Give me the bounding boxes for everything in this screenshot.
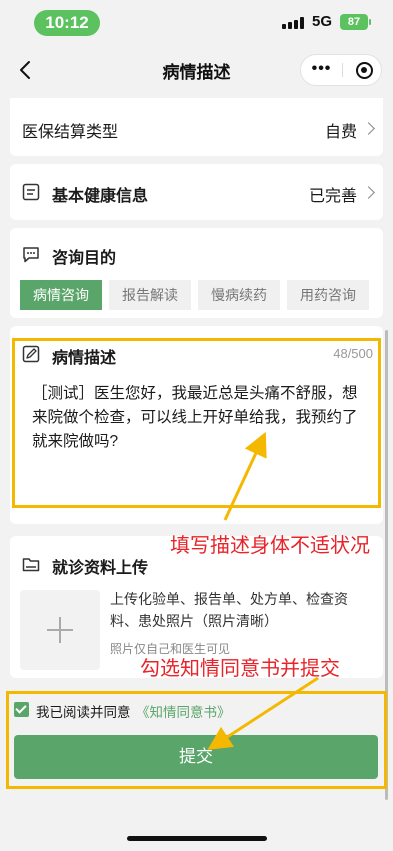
tag-medication-consult[interactable]: 用药咨询 [287, 280, 369, 310]
document-icon [22, 183, 40, 201]
target-icon[interactable] [356, 62, 373, 79]
tag-condition-consult[interactable]: 病情咨询 [20, 280, 102, 310]
tag-report-interpret[interactable]: 报告解读 [109, 280, 191, 310]
capsule-divider [342, 63, 343, 77]
highlight-submit [6, 691, 387, 789]
annotation-describe: 填写描述身体不适状况 [170, 535, 370, 557]
home-indicator [127, 836, 267, 841]
upload-button[interactable] [20, 590, 100, 670]
settlement-label: 医保结算类型 [22, 124, 119, 141]
more-icon[interactable]: ••• [301, 55, 342, 85]
status-time: 10:12 [34, 10, 100, 36]
settlement-card[interactable]: 医保结算类型 自费 [10, 98, 383, 156]
tag-chronic-refill[interactable]: 慢病续药 [198, 280, 280, 310]
chevron-right-icon [362, 186, 375, 199]
battery-tip [369, 19, 371, 25]
highlight-description [12, 338, 381, 508]
nav-bar: 病情描述 ••• [0, 44, 393, 96]
health-info-title: 基本健康信息 [52, 188, 149, 205]
mini-program-capsule: ••• [300, 54, 382, 86]
annotation-consent: 勾选知情同意书并提交 [140, 658, 340, 680]
upload-hint: 上传化验单、报告单、处方单、检查资料、患处照片（照片清晰） [110, 591, 348, 629]
health-info-value: 已完善 [308, 188, 357, 205]
chat-icon [23, 247, 39, 263]
purpose-title: 咨询目的 [52, 250, 117, 267]
chevron-right-icon [362, 122, 375, 135]
signal-icon [282, 17, 306, 29]
upload-title: 就诊资料上传 [52, 560, 149, 577]
battery-icon: 87 [340, 14, 368, 30]
status-bar: 10:12 5G 87 [0, 0, 393, 44]
purpose-card: 咨询目的 病情咨询 报告解读 慢病续药 用药咨询 [10, 228, 383, 318]
folder-icon [22, 558, 40, 572]
network-label: 5G [312, 13, 333, 30]
settlement-value: 自费 [324, 124, 357, 141]
health-info-card[interactable]: 基本健康信息 已完善 [10, 164, 383, 220]
